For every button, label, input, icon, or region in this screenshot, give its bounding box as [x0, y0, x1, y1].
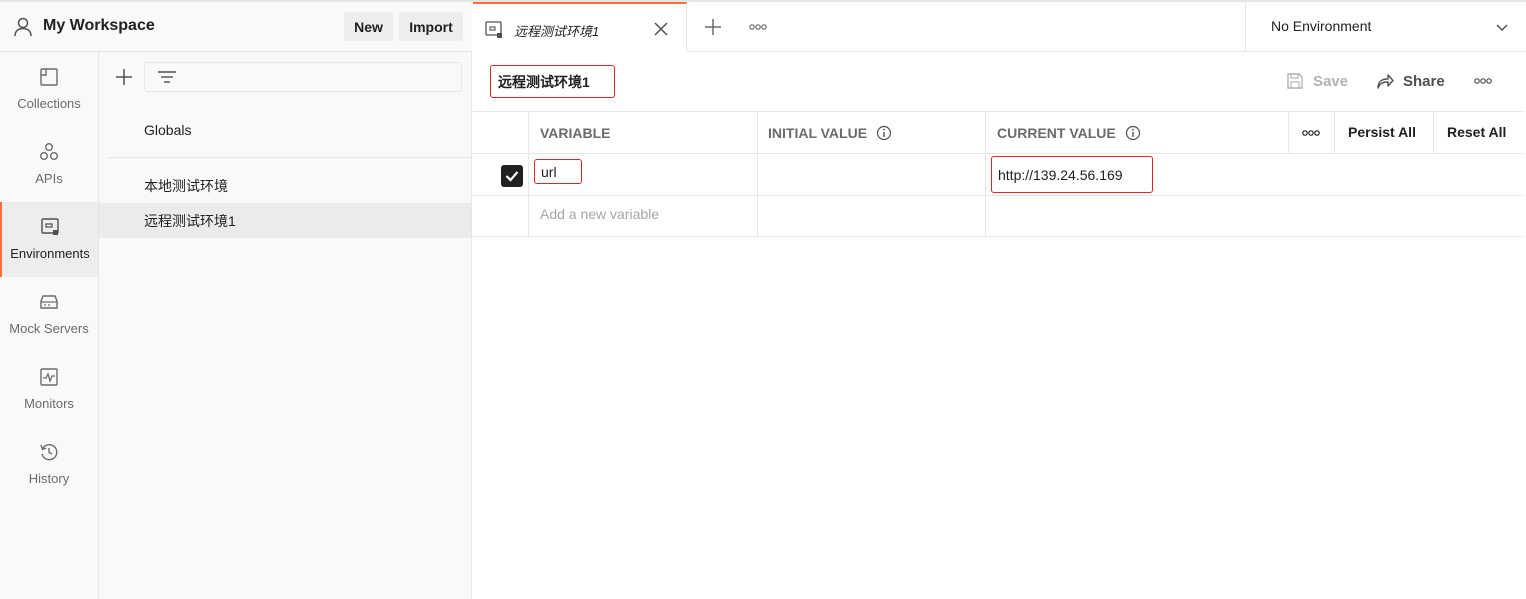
workspace-title[interactable]: My Workspace [43, 17, 155, 35]
close-icon[interactable] [653, 21, 669, 37]
variable-enabled-checkbox[interactable] [501, 165, 523, 187]
environments-icon [41, 218, 59, 235]
reset-all-button[interactable]: Reset All [1447, 124, 1506, 140]
history-icon [40, 444, 58, 461]
workspace-header: My Workspace New Import [0, 2, 472, 52]
variable-name-input[interactable]: url [534, 159, 582, 184]
add-variable-row[interactable]: Add a new variable [473, 196, 1523, 237]
filter-icon [158, 71, 176, 83]
share-button[interactable]: Share [1375, 70, 1445, 92]
sidebar-item-history[interactable]: History [0, 427, 98, 502]
environment-item-active[interactable]: 远程测试环境1 [99, 203, 471, 238]
sidebar-rail: Collections APIs Environments Mock Serve… [0, 52, 99, 599]
column-divider [528, 112, 529, 237]
more-options-icon[interactable] [1472, 73, 1494, 89]
more-columns-icon[interactable] [1300, 126, 1322, 140]
column-divider [757, 112, 758, 237]
save-button[interactable]: Save [1285, 70, 1348, 92]
column-header-variable: VARIABLE [540, 125, 611, 141]
chevron-down-icon [1496, 24, 1508, 32]
info-icon[interactable] [1125, 125, 1141, 141]
column-divider [1288, 112, 1289, 153]
sidebar-item-environments[interactable]: Environments [0, 202, 98, 277]
monitors-icon [40, 368, 58, 386]
environment-selector[interactable]: No Environment [1245, 2, 1526, 52]
environment-item[interactable]: 本地测试环境 [99, 168, 471, 203]
tab-title: 远程测试环境1 [514, 24, 600, 39]
add-environment-icon[interactable] [113, 66, 135, 88]
column-divider [985, 112, 986, 237]
environment-tab-icon [485, 21, 502, 38]
sidebar-item-mock-servers[interactable]: Mock Servers [0, 277, 98, 352]
collections-icon [40, 68, 58, 86]
column-header-initial-value: INITIAL VALUE [768, 125, 892, 141]
share-icon [1377, 74, 1394, 89]
new-tab-icon[interactable] [703, 17, 723, 37]
check-icon [505, 171, 519, 182]
add-variable-placeholder[interactable]: Add a new variable [540, 206, 659, 222]
save-icon [1287, 73, 1303, 89]
sidebar-item-label: Environments [10, 246, 90, 261]
column-header-current-value: CURRENT VALUE [997, 125, 1141, 141]
share-label: Share [1403, 72, 1445, 90]
import-button[interactable]: Import [399, 12, 463, 41]
sidebar-item-label: Mock Servers [9, 321, 89, 336]
sidebar-item-label: History [28, 471, 70, 486]
column-divider [1334, 112, 1335, 153]
info-icon[interactable] [876, 125, 892, 141]
tab-bar: 远程测试环境1 No Environment [473, 2, 1526, 52]
sidebar-item-monitors[interactable]: Monitors [0, 352, 98, 427]
table-row: url http://139.24.56.169 [473, 154, 1523, 196]
save-label: Save [1313, 72, 1349, 90]
filter-input[interactable] [144, 62, 462, 92]
column-divider [1433, 112, 1434, 153]
environment-list-panel: Globals 本地测试环境 远程测试环境1 [99, 52, 472, 599]
tab-environment[interactable]: 远程测试环境1 [473, 2, 687, 52]
sidebar-item-apis[interactable]: APIs [0, 127, 98, 202]
variables-table: VARIABLE INITIAL VALUE CURRENT VALUE Per… [473, 111, 1523, 237]
table-header-row: VARIABLE INITIAL VALUE CURRENT VALUE Per… [473, 112, 1523, 154]
persist-all-button[interactable]: Persist All [1348, 124, 1416, 140]
current-value-input[interactable]: http://139.24.56.169 [991, 156, 1153, 193]
divider [107, 157, 471, 158]
apis-icon [40, 143, 58, 160]
environment-name-field[interactable]: 远程测试环境1 [490, 65, 615, 98]
sidebar-item-label: Monitors [24, 396, 74, 411]
environment-selector-value: No Environment [1271, 18, 1372, 34]
column-header-label: INITIAL VALUE [768, 125, 868, 141]
sidebar-item-collections[interactable]: Collections [0, 52, 98, 127]
sidebar-item-label: APIs [35, 171, 63, 186]
globals-item[interactable]: Globals [99, 112, 471, 147]
user-icon [14, 17, 32, 37]
more-tabs-icon[interactable] [748, 19, 768, 35]
mock-servers-icon [40, 295, 58, 309]
new-button[interactable]: New [344, 12, 393, 41]
column-header-label: CURRENT VALUE [997, 125, 1116, 141]
sidebar-item-label: Collections [17, 96, 81, 111]
